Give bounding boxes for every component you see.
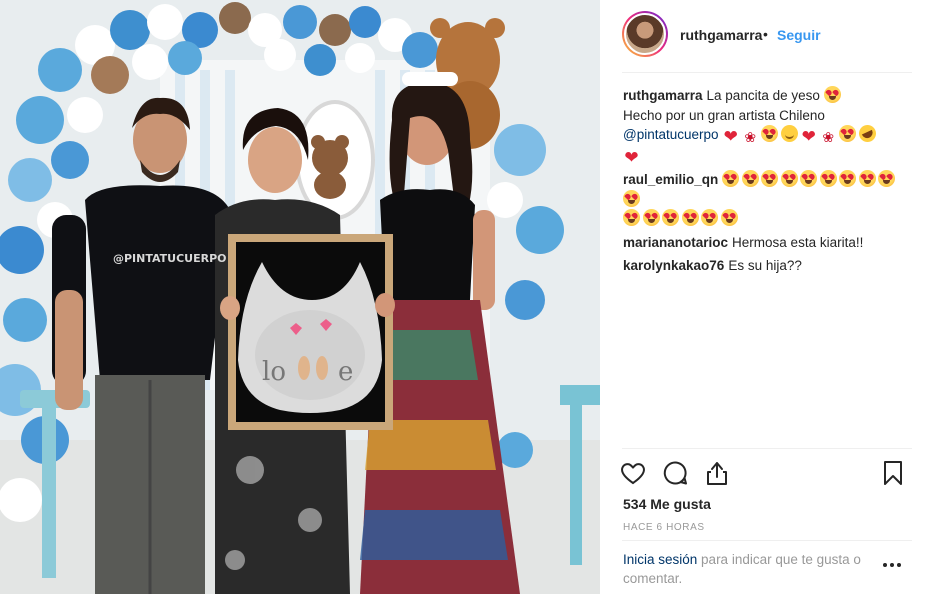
post-panel: ruthgamarra • Seguir ruthgamarra La panci… bbox=[600, 0, 928, 594]
comment-button[interactable] bbox=[660, 458, 690, 488]
comment-item: raul_emilio_qn bbox=[623, 170, 913, 229]
heart-eyes-emoji bbox=[662, 209, 679, 226]
hugging-emoji bbox=[780, 125, 798, 142]
header-divider bbox=[622, 72, 912, 73]
shirt-text: @PINTATUCUERPO bbox=[113, 252, 227, 265]
heart-eyes-emoji bbox=[761, 125, 779, 142]
login-prompt: Inicia sesión para indicar que te gusta … bbox=[623, 550, 885, 588]
dancer-emoji bbox=[820, 129, 837, 146]
avatar-photo bbox=[624, 13, 666, 55]
comment-text: Es su hija?? bbox=[728, 258, 802, 273]
comment-bubble-icon bbox=[663, 461, 687, 485]
like-count[interactable]: 534 Me gusta bbox=[623, 496, 711, 512]
mention-link[interactable]: @pintatucuerpo bbox=[623, 127, 719, 142]
actions-divider bbox=[622, 448, 912, 449]
follow-button[interactable]: Seguir bbox=[777, 27, 821, 43]
comments-list: ruthgamarra La pancita de yeso Hecho por … bbox=[623, 86, 913, 280]
heart-eyes-emoji bbox=[642, 209, 660, 226]
comment-caption: ruthgamarra La pancita de yeso Hecho por … bbox=[623, 86, 913, 166]
photo-illustration: lo e @PINTATUCUERPO bbox=[0, 0, 600, 594]
heart-eyes-emoji bbox=[701, 209, 718, 226]
heart-eyes-emoji bbox=[800, 170, 818, 187]
more-dots-icon bbox=[883, 563, 901, 567]
login-link[interactable]: Inicia sesión bbox=[623, 552, 697, 567]
comment-username[interactable]: karolynkakao76 bbox=[623, 258, 724, 273]
cast-letter-e: e bbox=[338, 357, 353, 387]
cast-letters-lo: lo bbox=[262, 357, 286, 387]
comment-item: mariananotarioc Hermosa esta kiarita!! bbox=[623, 233, 913, 253]
comment-item: karolynkakao76 Es su hija?? bbox=[623, 256, 913, 276]
footer-divider bbox=[622, 540, 912, 541]
save-button[interactable] bbox=[878, 458, 908, 488]
heart-eyes-emoji bbox=[623, 189, 640, 207]
comment-username[interactable]: ruthgamarra bbox=[623, 88, 703, 103]
share-upload-icon bbox=[707, 462, 727, 485]
heart-eyes-emoji bbox=[839, 125, 857, 142]
caption-line-2: Hecho por un gran artista Chileno bbox=[623, 107, 825, 123]
rofl-emoji bbox=[855, 122, 879, 145]
heart-eyes-emoji bbox=[858, 170, 876, 187]
post-timestamp: HACE 6 HORAS bbox=[623, 522, 705, 533]
comment-username[interactable]: mariananotarioc bbox=[623, 235, 728, 250]
heart-outline-icon bbox=[621, 463, 645, 485]
author-username[interactable]: ruthgamarra bbox=[680, 27, 762, 43]
red-heart-emoji bbox=[800, 128, 817, 145]
bookmark-icon bbox=[884, 461, 902, 485]
header-separator: • bbox=[763, 26, 768, 42]
dancer-emoji bbox=[742, 129, 759, 146]
like-button[interactable] bbox=[618, 458, 648, 488]
heart-eyes-emoji bbox=[761, 170, 779, 187]
post-header: ruthgamarra • Seguir bbox=[600, 0, 928, 72]
more-options-button[interactable] bbox=[882, 558, 902, 568]
heart-eyes-emoji bbox=[720, 209, 738, 226]
post-photo[interactable]: lo e @PINTATUCUERPO bbox=[0, 0, 600, 594]
share-button[interactable] bbox=[702, 458, 732, 488]
heart-eyes-emoji bbox=[741, 170, 759, 187]
action-bar bbox=[618, 458, 916, 490]
avatar[interactable] bbox=[622, 11, 668, 57]
caption-line-1: La pancita de yeso bbox=[706, 88, 820, 103]
heart-eyes-emoji bbox=[839, 170, 857, 187]
heart-eyes-emoji bbox=[722, 170, 740, 187]
heart-eyes-emoji bbox=[780, 170, 798, 187]
heart-eyes-emoji bbox=[878, 170, 896, 187]
heart-eyes-emoji bbox=[681, 209, 699, 226]
heart-eyes-emoji bbox=[819, 170, 837, 187]
heart-eyes-emoji bbox=[823, 86, 841, 103]
heart-eyes-emoji bbox=[623, 209, 640, 226]
comment-username[interactable]: raul_emilio_qn bbox=[623, 172, 718, 187]
red-heart-emoji bbox=[623, 149, 640, 166]
comment-text: Hermosa esta kiarita!! bbox=[732, 234, 864, 250]
red-heart-emoji bbox=[722, 128, 739, 145]
instagram-post: lo e @PINTATUCUERPO ruthgamarra • Seguir… bbox=[0, 0, 928, 594]
